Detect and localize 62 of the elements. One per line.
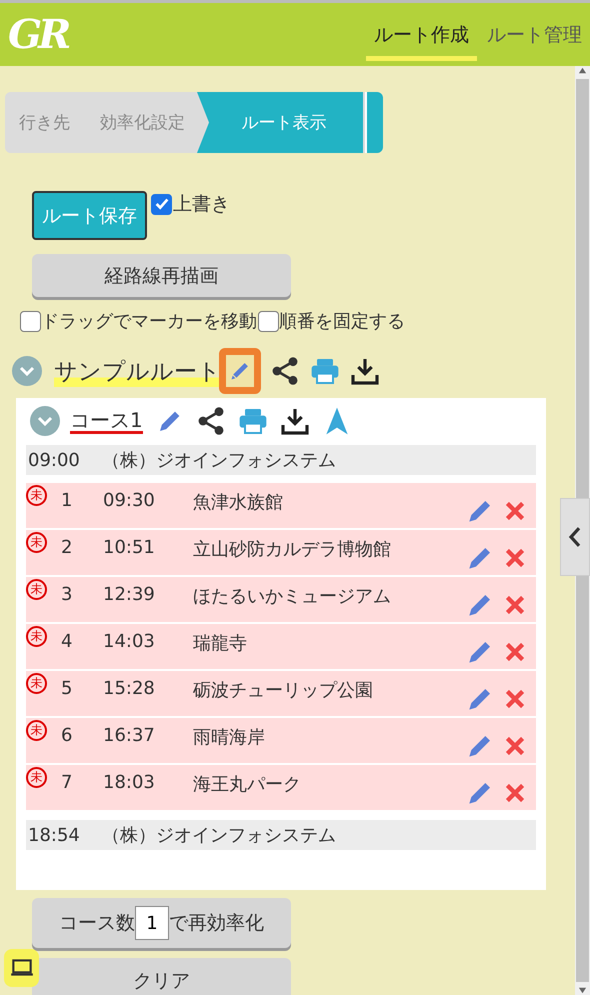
laptop-button[interactable] (4, 949, 39, 987)
checkbox-label: 順番を固定する (279, 310, 405, 333)
panel-toggle[interactable] (560, 498, 590, 576)
place-name: 砺波チューリップ公園 (192, 679, 374, 702)
stop-row[interactable]: 未 2 10:51 立山砂防カルデラ博物館 (26, 530, 536, 575)
clear-button[interactable]: クリア (32, 958, 291, 995)
place-name: （株）ジオインフォシステム (102, 449, 336, 472)
stop-number: 3 (60, 583, 74, 605)
stop-row[interactable]: 未 6 16:37 雨晴海岸 (26, 718, 536, 763)
checkbox[interactable] (20, 310, 41, 332)
status-mark: 未 (26, 767, 47, 788)
stop-number: 2 (60, 536, 74, 558)
stop-row[interactable]: 未 1 09:30 魚津水族館 (26, 483, 536, 528)
status-mark: 未 (26, 579, 47, 600)
time: 09:30 (102, 489, 156, 511)
stop-number: 1 (60, 489, 74, 511)
status-mark: 未 (26, 673, 47, 694)
time: 10:51 (102, 536, 156, 558)
collapse-icon[interactable] (30, 406, 60, 436)
stepper-end (365, 92, 383, 153)
time: 18:03 (102, 771, 156, 793)
stop-number: 5 (60, 677, 74, 699)
scrollbar[interactable] (575, 66, 590, 995)
stop-number: 6 (60, 724, 74, 746)
time: 15:28 (102, 677, 156, 699)
course-count-field[interactable]: 1 (135, 906, 169, 940)
checkbox-label: 上書き (173, 192, 230, 217)
nav-tab[interactable]: ルート作成 (366, 3, 477, 61)
time: 16:37 (102, 724, 156, 746)
reoptimize-button[interactable]: コース数 1 で再効率化 (32, 898, 291, 948)
status-mark: 未 (26, 626, 47, 647)
place-name: （株）ジオインフォシステム (102, 824, 336, 847)
place-name: ほたるいかミュージアム (192, 585, 392, 608)
stop-row[interactable]: 未 4 14:03 瑞龍寺 (26, 624, 536, 669)
checkbox[interactable] (258, 310, 279, 332)
collapse-icon[interactable] (12, 356, 42, 386)
stop-number: 4 (60, 630, 74, 652)
course-name: コース1 (70, 408, 143, 434)
stop-row[interactable]: 未 3 12:39 ほたるいかミュージアム (26, 577, 536, 622)
scroll-down-icon[interactable] (578, 986, 587, 995)
stop-row[interactable]: 未 5 15:28 砺波チューリップ公園 (26, 671, 536, 716)
status-mark: 未 (26, 532, 47, 553)
redraw-button[interactable]: 経路線再描画 (32, 254, 291, 297)
place-name: 立山砂防カルデラ博物館 (192, 538, 392, 561)
status-mark: 未 (26, 485, 47, 506)
place-name: 瑞龍寺 (192, 632, 248, 655)
place-name: 海王丸パーク (192, 773, 302, 796)
place-name: 雨晴海岸 (192, 726, 266, 749)
nav-tab[interactable]: ルート管理 (481, 3, 588, 61)
status-mark: 未 (26, 720, 47, 741)
logo: GR (8, 11, 68, 58)
stop-row[interactable]: 未 7 18:03 海王丸パーク (26, 765, 536, 810)
checkbox-label: ドラッグでマーカーを移動 (41, 310, 257, 333)
time: 12:39 (102, 583, 156, 605)
time: 14:03 (102, 630, 156, 652)
stop-number: 7 (60, 771, 74, 793)
place-name: 魚津水族館 (192, 491, 284, 514)
time: 09:00 (28, 450, 80, 470)
time: 18:54 (28, 824, 80, 846)
chevron-left-icon (567, 524, 583, 550)
checkbox[interactable] (151, 194, 172, 214)
edit-button[interactable] (219, 348, 261, 394)
